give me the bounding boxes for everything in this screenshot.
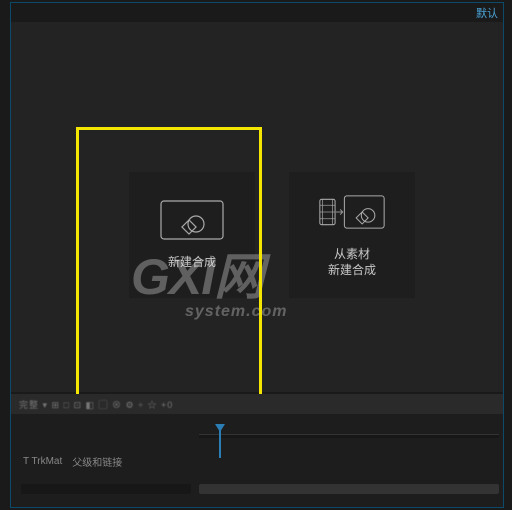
trkmat-column: T TrkMat [23, 456, 62, 467]
from-footage-line1: 从素材 [334, 247, 370, 261]
track-columns: T TrkMat 父级和链接 [23, 454, 193, 469]
toolbar-controls[interactable]: 完整 ▾ ⊞ □ ⊡ ◧ ▢ ⊗ ⚙ ÷ ☆ +0 [19, 398, 173, 411]
new-composition-icon [159, 200, 225, 240]
timeline-panel: 完整 ▾ ⊞ □ ⊡ ◧ ▢ ⊗ ⚙ ÷ ☆ +0 T TrkMat 父级和链接 [11, 394, 503, 507]
new-composition-label: 新建合成 [168, 254, 216, 270]
composition-panel: 新建合成 从素材 新建合成 GXI网 system.com [11, 22, 503, 392]
playhead[interactable] [219, 428, 221, 458]
left-scrollbar[interactable] [21, 484, 191, 494]
from-footage-label: 从素材 新建合成 [328, 246, 376, 278]
timeline-scroll-thumb[interactable] [199, 484, 499, 494]
parent-link-column: 父级和链接 [72, 454, 122, 469]
timeline-scrollbar[interactable] [199, 484, 499, 494]
new-composition-button[interactable]: 新建合成 [129, 172, 255, 298]
from-footage-icon [319, 192, 385, 232]
timeline-toolbar[interactable]: 完整 ▾ ⊞ □ ⊡ ◧ ▢ ⊗ ⚙ ÷ ☆ +0 [11, 394, 503, 414]
from-footage-line2: 新建合成 [328, 263, 376, 277]
watermark-sub: system.com [185, 303, 391, 321]
workspace-label[interactable]: 默认 [476, 5, 498, 21]
from-footage-button[interactable]: 从素材 新建合成 [289, 172, 415, 298]
time-ruler[interactable] [199, 434, 499, 438]
